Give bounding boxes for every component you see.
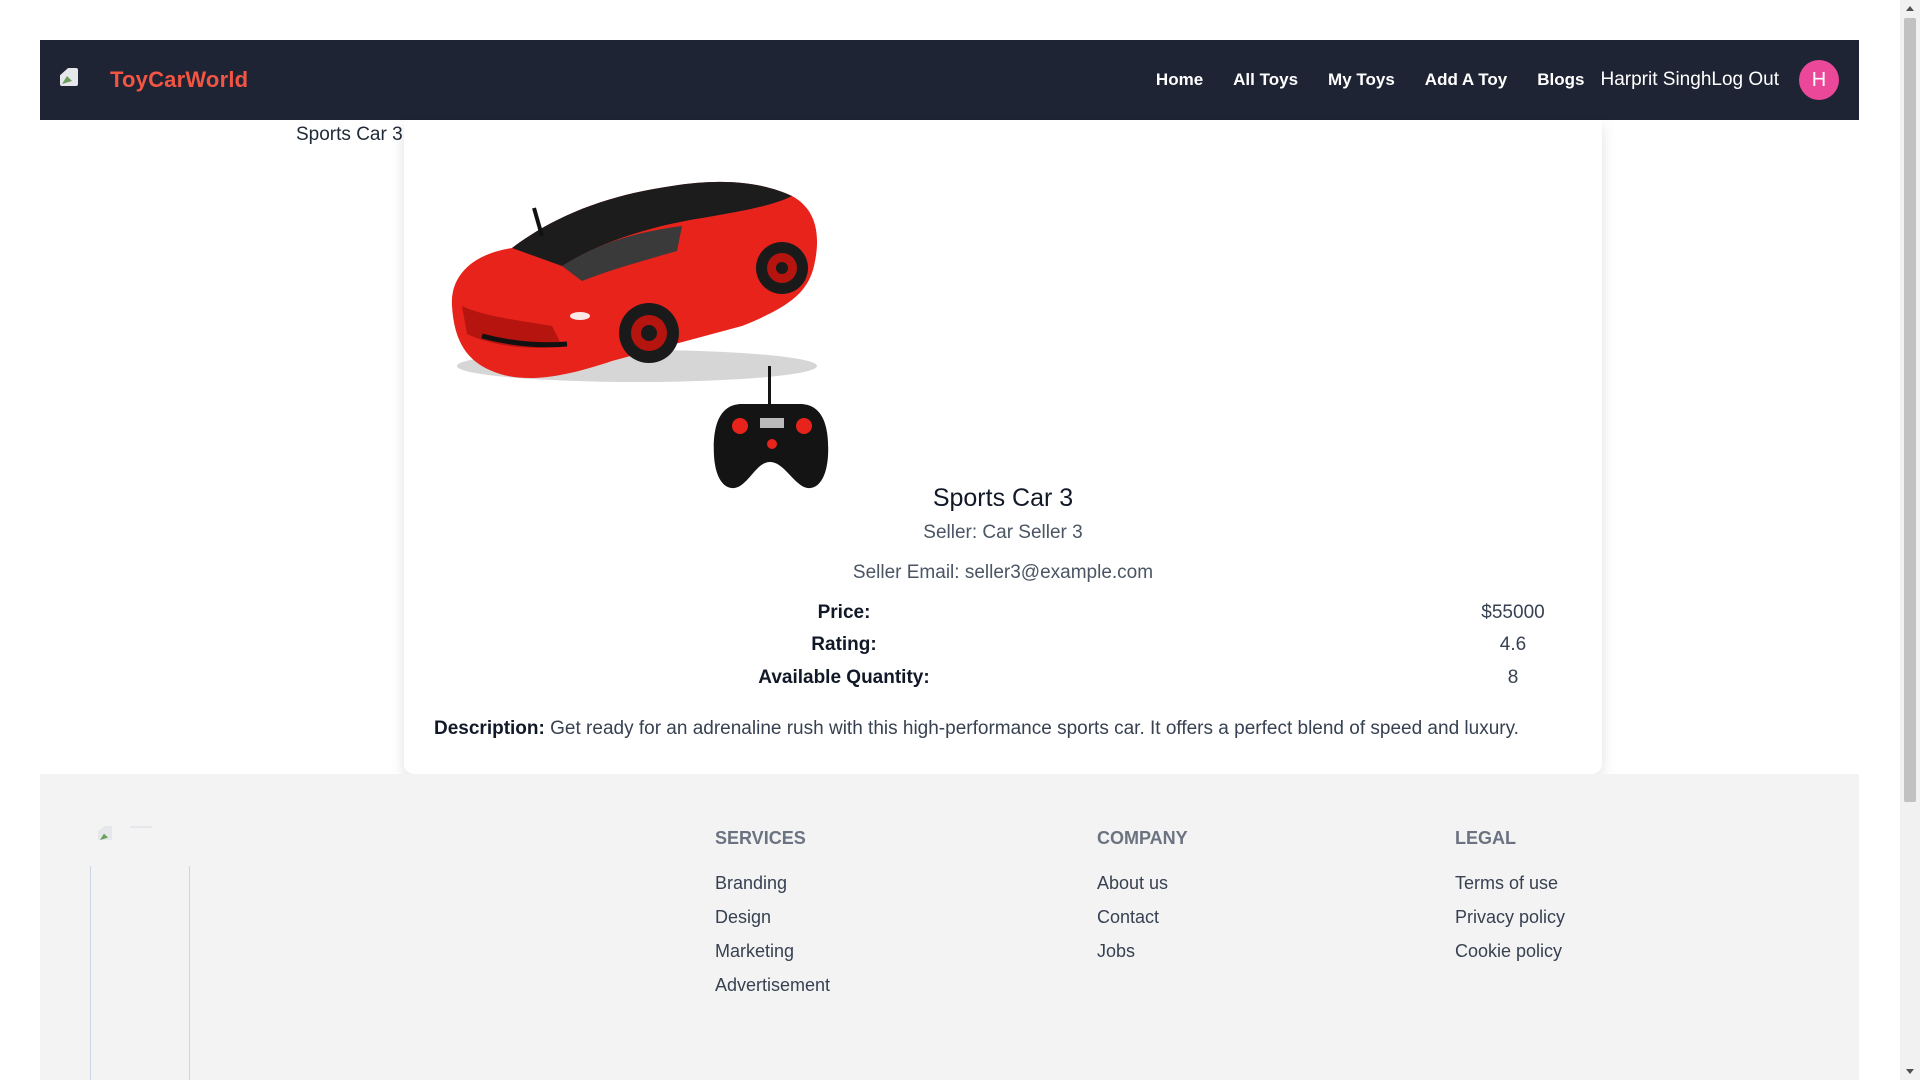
footer-legal: LEGAL Terms of use Privacy policy Cookie… <box>1455 828 1565 975</box>
product-card: Sports Car 3 Seller: Car Seller 3 Seller… <box>404 120 1602 774</box>
rating-label: Rating: <box>811 634 877 655</box>
product-seller: Seller: Car Seller 3 <box>923 522 1083 543</box>
description-text: Get ready for an adrenaline rush with th… <box>550 718 1519 739</box>
avatar[interactable]: H <box>1799 60 1839 100</box>
footer-heading-legal: LEGAL <box>1455 828 1516 848</box>
quantity-value: 8 <box>1507 667 1519 688</box>
nav-links: Home All Toys My Toys Add A Toy Blogs Ha… <box>1126 60 1839 100</box>
footer-link-marketing[interactable]: Marketing <box>715 941 830 962</box>
footer-logo-icon <box>90 826 190 1080</box>
navbar: ToyCarWorld Home All Toys My Toys Add A … <box>40 40 1859 120</box>
product-title: Sports Car 3 <box>932 484 1074 512</box>
quantity-label: Available Quantity: <box>758 667 930 688</box>
price-value: $55000 <box>1481 602 1545 623</box>
price-label: Price: <box>817 602 871 623</box>
scrollbar-thumb[interactable] <box>1904 18 1916 802</box>
nav-link-my-toys[interactable]: My Toys <box>1328 70 1395 90</box>
footer-services: SERVICES Branding Design Marketing Adver… <box>715 828 830 1009</box>
nav-link-all-toys[interactable]: All Toys <box>1233 70 1298 90</box>
brand-name[interactable]: ToyCarWorld <box>110 67 248 93</box>
user-name: Harprit Singh <box>1600 69 1712 90</box>
footer-link-branding[interactable]: Branding <box>715 873 830 894</box>
scroll-down-arrow-icon[interactable] <box>1906 1069 1914 1074</box>
footer-link-jobs[interactable]: Jobs <box>1097 941 1188 962</box>
nav-link-home[interactable]: Home <box>1156 70 1203 90</box>
scroll-up-arrow-icon[interactable] <box>1906 6 1914 11</box>
footer-link-terms[interactable]: Terms of use <box>1455 873 1565 894</box>
footer-link-privacy[interactable]: Privacy policy <box>1455 907 1565 928</box>
page-scrollbar[interactable] <box>1900 0 1920 1080</box>
nav-link-blogs[interactable]: Blogs <box>1537 70 1584 90</box>
footer-heading-company: COMPANY <box>1097 828 1188 848</box>
page-viewport: ToyCarWorld Home All Toys My Toys Add A … <box>0 0 1900 1080</box>
footer-link-advertisement[interactable]: Advertisement <box>715 975 830 996</box>
logout-button[interactable]: Log Out <box>1711 69 1779 91</box>
product-description: Description: Get ready for an adrenaline… <box>434 718 1582 740</box>
avatar-initial: H <box>1811 68 1827 91</box>
footer-link-design[interactable]: Design <box>715 907 830 928</box>
product-image <box>451 181 829 489</box>
footer-company: COMPANY About us Contact Jobs <box>1097 828 1188 975</box>
product-seller-email: Seller Email: seller3@example.com <box>852 562 1154 583</box>
footer-link-cookie[interactable]: Cookie policy <box>1455 941 1565 962</box>
nav-link-add-a-toy[interactable]: Add A Toy <box>1425 70 1507 90</box>
footer-heading-services: SERVICES <box>715 828 806 848</box>
brand[interactable]: ToyCarWorld <box>60 67 248 93</box>
breadcrumb: Sports Car 3 <box>296 124 403 145</box>
brand-logo-icon <box>60 68 84 92</box>
quantity-row: Available Quantity: 8 <box>404 667 1602 697</box>
footer-link-about-us[interactable]: About us <box>1097 873 1188 894</box>
footer: SERVICES Branding Design Marketing Adver… <box>40 774 1859 1080</box>
footer-link-contact[interactable]: Contact <box>1097 907 1188 928</box>
price-row: Price: $55000 <box>404 602 1602 632</box>
rating-row: Rating: 4.6 <box>404 634 1602 664</box>
rating-value: 4.6 <box>1499 634 1527 655</box>
description-label: Description: <box>434 718 545 739</box>
